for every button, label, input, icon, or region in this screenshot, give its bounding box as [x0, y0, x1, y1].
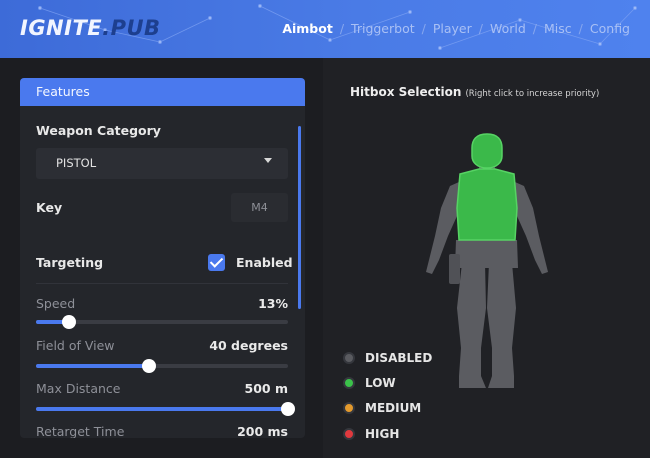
targeting-label: Targeting	[36, 255, 104, 270]
legend-item-high: HIGH	[343, 424, 493, 444]
retarget-time-label: Retarget Time	[36, 424, 125, 438]
max-distance-slider-handle[interactable]	[281, 402, 295, 416]
legend-label-medium: MEDIUM	[365, 401, 422, 415]
targeting-checkbox[interactable]	[208, 254, 225, 271]
fov-value: 40 degrees	[209, 338, 288, 353]
legend-item-low: LOW	[343, 373, 493, 393]
weapon-category-value: PISTOL	[56, 156, 97, 170]
speed-slider[interactable]	[36, 315, 288, 329]
max-distance-slider-fill	[36, 407, 288, 411]
speed-label: Speed	[36, 296, 76, 311]
targeting-enabled-label: Enabled	[236, 255, 293, 270]
nav-separator: /	[478, 21, 483, 36]
features-panel: Features Weapon Category PISTOL Key M4 T…	[20, 78, 305, 438]
legend-item-medium: MEDIUM	[343, 398, 493, 418]
low-dot-icon	[343, 377, 355, 389]
tab-aimbot[interactable]: Aimbot	[282, 21, 333, 36]
weapon-category-dropdown[interactable]: PISTOL	[36, 148, 288, 179]
speed-value: 13%	[258, 296, 288, 311]
tab-player[interactable]: Player	[433, 21, 472, 36]
nav-separator: /	[339, 21, 345, 36]
nav-separator: /	[578, 21, 583, 36]
legend-label-disabled: DISABLED	[365, 351, 433, 365]
fov-slider[interactable]	[36, 359, 288, 373]
speed-slider-handle[interactable]	[61, 315, 76, 329]
hitbox-head[interactable]	[471, 133, 503, 169]
key-label: Key	[36, 200, 63, 215]
hitbox-left-leg[interactable]	[457, 263, 486, 388]
features-panel-title: Features	[20, 78, 305, 106]
holster-decoration	[449, 254, 460, 284]
nav-separator: /	[421, 21, 426, 36]
main-nav: Aimbot / Triggerbot / Player / World / M…	[282, 21, 630, 36]
chevron-down-icon	[264, 158, 272, 163]
high-dot-icon	[343, 428, 355, 440]
tab-config[interactable]: Config	[590, 21, 630, 36]
tab-triggerbot[interactable]: Triggerbot	[351, 21, 415, 36]
fov-slider-fill	[36, 364, 150, 368]
logo-suffix-text: .PUB	[102, 16, 161, 40]
nav-separator: /	[532, 21, 538, 36]
hitbox-right-arm[interactable]	[515, 182, 548, 274]
fov-label: Field of View	[36, 338, 115, 353]
hitbox-right-leg[interactable]	[487, 263, 516, 388]
tab-misc[interactable]: Misc	[544, 21, 572, 36]
max-distance-label: Max Distance	[36, 381, 121, 396]
app-logo: IGNITE.PUB	[20, 16, 161, 40]
max-distance-value: 500 m	[244, 381, 288, 396]
tab-world[interactable]: World	[490, 21, 526, 36]
hitbox-pelvis[interactable]	[455, 240, 518, 268]
medium-dot-icon	[343, 402, 355, 414]
hitbox-pane: Hitbox Selection (Right click to increase…	[323, 58, 650, 458]
disabled-dot-icon	[343, 352, 355, 364]
section-divider	[36, 283, 288, 284]
legend-label-low: LOW	[365, 376, 396, 390]
weapon-category-label: Weapon Category	[36, 123, 161, 138]
hitbox-chest[interactable]	[456, 168, 518, 241]
key-bind-button[interactable]: M4	[231, 193, 288, 222]
legend-label-high: HIGH	[365, 427, 400, 441]
left-pane: Features Weapon Category PISTOL Key M4 T…	[0, 58, 323, 458]
features-scrollbar[interactable]	[298, 126, 301, 309]
retarget-time-value: 200 ms	[237, 424, 288, 438]
max-distance-slider[interactable]	[36, 402, 295, 416]
header-bar: IGNITE.PUB Aimbot / Triggerbot / Player …	[0, 0, 650, 58]
legend-item-disabled: DISABLED	[343, 348, 493, 368]
logo-main-text: IGNITE	[20, 16, 103, 40]
fov-slider-handle[interactable]	[142, 359, 157, 373]
